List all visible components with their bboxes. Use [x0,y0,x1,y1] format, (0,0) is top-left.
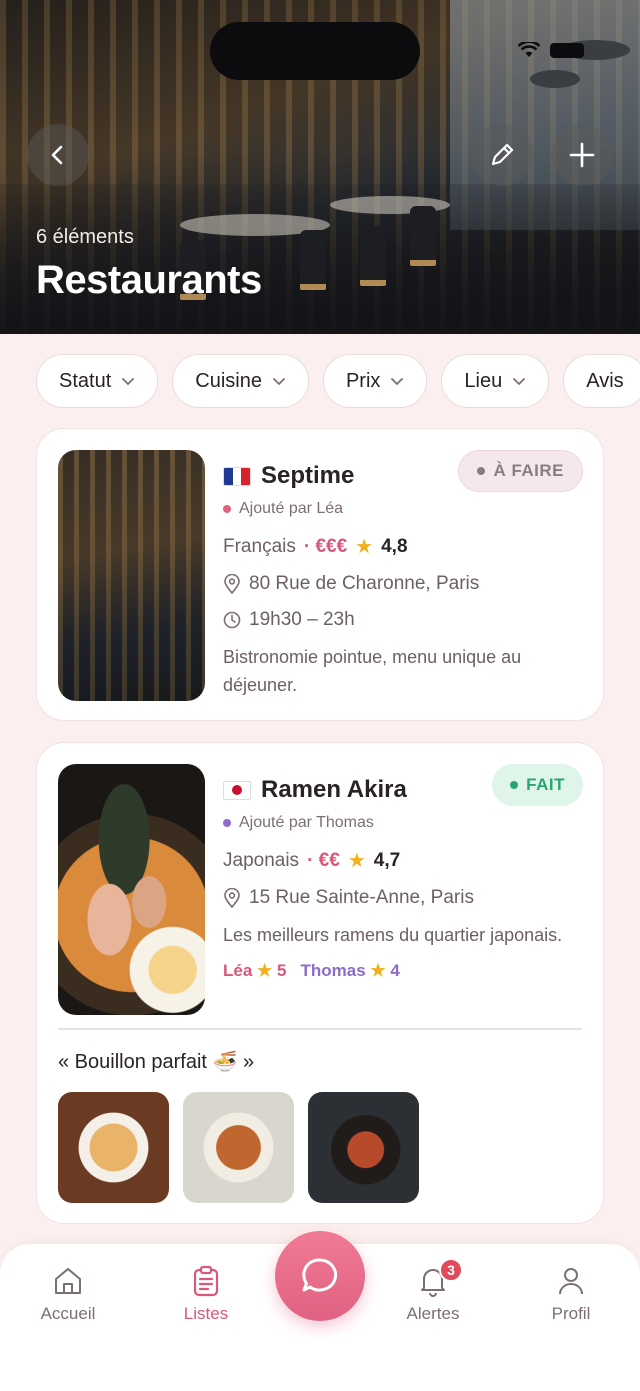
price-level: · €€ [307,849,340,871]
tab-home[interactable]: Accueil [18,1264,118,1324]
restaurant-name: Ramen Akira [261,776,407,803]
location-pin-icon [224,574,240,594]
chevron-down-icon [273,378,285,386]
filter-label: Cuisine [195,369,262,392]
chevron-down-icon [391,378,404,386]
rating-score: 5 [277,961,287,980]
filter-bar: Statut Cuisine Prix Lieu Avis [36,354,640,408]
chevron-down-icon [122,378,135,386]
page-title: Restaurants [36,258,262,302]
filter-status[interactable]: Statut [36,354,159,408]
user-rating-lea: Léa ★ 5 [223,961,286,981]
hero-chair [410,206,436,266]
restaurant-info: Septime Ajouté par Léa Français · €€€ ★ … [223,462,583,699]
hero-chair [360,226,386,286]
review-quote: « Bouillon parfait 🍜 » [58,1051,255,1073]
restaurant-info: Ramen Akira Ajouté par Thomas Japonais ·… [223,776,583,981]
opening-hours: 19h30 – 23h [249,609,355,630]
pencil-icon [491,143,514,166]
price-level: · €€€ [303,535,348,557]
divider [58,1028,582,1030]
chevron-left-icon [51,145,63,165]
tab-label: Listes [183,1304,229,1323]
user-dot [223,819,231,827]
gallery-photo[interactable] [58,1092,169,1203]
clock-icon [223,611,241,629]
japan-flag-icon [223,780,251,800]
address: 15 Rue Sainte-Anne, Paris [249,887,474,908]
rating-user: Léa [223,961,253,980]
filter-price[interactable]: Prix [322,354,428,408]
location-pin-icon [224,888,240,908]
star-icon: ★ [257,961,273,980]
description: Bistronomie pointue, menu unique au déje… [223,647,522,695]
add-button[interactable] [551,124,613,186]
photo-gallery [58,1092,419,1203]
cuisine-label: Français [223,535,296,557]
tab-alerts[interactable]: 3 Alertes [383,1258,483,1324]
tab-lists[interactable]: Listes [156,1264,256,1324]
chat-bubble-icon [302,1258,338,1292]
description: Les meilleurs ramens du quartier japonai… [223,925,563,945]
user-ratings: Léa ★ 5 Thomas ★ 4 [223,961,583,981]
restaurant-card[interactable]: À FAIRE Septime Ajouté par Léa Français … [36,428,604,721]
star-icon: ★ [347,850,366,872]
restaurant-photo [58,450,205,701]
back-button[interactable] [27,124,89,186]
filter-cuisine[interactable]: Cuisine [172,354,309,408]
dynamic-island [210,22,420,80]
address: 80 Rue de Charonne, Paris [249,573,480,594]
cuisine-label: Japonais [223,849,300,871]
rating-value: 4,7 [373,849,401,871]
chat-button[interactable] [275,1231,365,1321]
item-count: 6 éléments [36,226,134,248]
plus-icon [569,142,595,168]
user-icon [559,1268,583,1295]
home-icon [55,1268,81,1294]
filter-location[interactable]: Lieu [441,354,550,408]
restaurant-card[interactable]: FAIT Ramen Akira Ajouté par Thomas Japon… [36,742,604,1224]
filter-label: Statut [59,369,112,392]
tab-profile[interactable]: Profil [521,1264,621,1324]
user-dot [223,505,231,513]
notification-badge: 3 [439,1258,463,1282]
tab-label: Alertes [406,1304,460,1323]
filter-reviews[interactable]: Avis [563,354,640,408]
rating-value: 4,8 [381,535,408,557]
hero-banner: 6 éléments Restaurants [0,0,640,334]
battery-icon [550,42,584,58]
hero-lamp [530,70,580,88]
user-rating-thomas: Thomas ★ 4 [300,961,399,981]
gallery-photo[interactable] [308,1092,419,1203]
edit-button[interactable] [471,124,533,186]
tab-label: Profil [551,1304,591,1323]
restaurant-name: Septime [261,462,355,489]
filter-label: Lieu [464,369,503,392]
clipboard-icon [193,1265,219,1297]
france-flag-icon [223,466,251,486]
added-by: Ajouté par Thomas [239,814,374,831]
hero-chair [300,230,326,290]
status-bar [518,42,584,58]
wifi-icon [518,42,540,57]
star-icon: ★ [355,536,374,558]
restaurant-photo [58,764,205,1015]
filter-label: Prix [345,369,381,392]
tab-label: Accueil [40,1304,96,1323]
chevron-down-icon [513,378,526,386]
star-icon: ★ [370,961,386,980]
added-by: Ajouté par Léa [239,500,344,517]
gallery-photo[interactable] [183,1092,294,1203]
filter-label: Avis [586,369,624,392]
rating-score: 4 [390,961,400,980]
rating-user: Thomas [300,961,366,980]
